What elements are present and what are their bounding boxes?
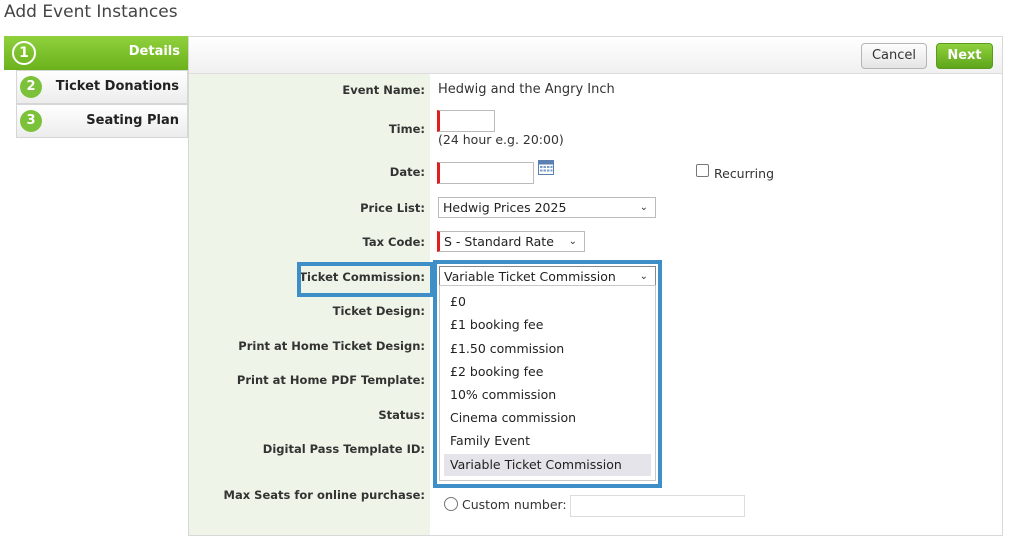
time-hint: (24 hour e.g. 20:00): [438, 132, 564, 147]
next-button[interactable]: Next: [936, 43, 993, 69]
step-ticket-donations[interactable]: 2 Ticket Donations: [16, 70, 188, 104]
ticket-commission-dropdown: £0 £1 booking fee £1.50 commission £2 bo…: [439, 285, 656, 481]
custom-number-radio[interactable]: [444, 497, 458, 511]
commission-option[interactable]: Family Event: [444, 430, 651, 452]
status-label: Status:: [378, 408, 425, 422]
event-name-label: Event Name:: [342, 83, 425, 97]
date-input[interactable]: [437, 162, 534, 184]
chevron-down-icon: ⌄: [568, 236, 577, 247]
commission-option[interactable]: £1 booking fee: [444, 314, 651, 336]
print-home-design-label: Print at Home Ticket Design:: [238, 339, 425, 353]
date-label: Date:: [389, 165, 425, 179]
commission-option[interactable]: £2 booking fee: [444, 361, 651, 383]
recurring-checkbox[interactable]: [696, 164, 709, 177]
time-input[interactable]: [437, 110, 495, 132]
tax-code-select[interactable]: S - Standard Rate ⌄: [437, 231, 585, 252]
step-label-details: Details: [128, 44, 180, 59]
custom-number-label: Custom number:: [462, 497, 567, 512]
event-name-value: Hedwig and the Angry Inch: [438, 82, 615, 97]
commission-option[interactable]: £0: [444, 291, 651, 313]
chevron-down-icon: ⌄: [639, 202, 648, 213]
ticket-commission-select[interactable]: Variable Ticket Commission ⌄: [439, 266, 656, 287]
custom-number-input[interactable]: [570, 495, 745, 517]
price-list-label: Price List:: [360, 201, 425, 215]
commission-option[interactable]: 10% commission: [444, 384, 651, 406]
price-list-selected-value: Hedwig Prices 2025: [443, 200, 567, 215]
digital-pass-label: Digital Pass Template ID:: [262, 442, 425, 456]
step-seating-plan[interactable]: 3 Seating Plan: [16, 104, 188, 138]
ticket-commission-selected-value: Variable Ticket Commission: [444, 269, 616, 284]
cancel-button[interactable]: Cancel: [861, 43, 927, 69]
step-label-ticket-donations: Ticket Donations: [55, 79, 179, 94]
calendar-icon[interactable]: [538, 159, 554, 175]
time-label: Time:: [388, 122, 425, 136]
tax-code-selected-value: S - Standard Rate: [444, 234, 554, 249]
step-number-1: 1: [12, 41, 36, 65]
commission-option[interactable]: Cinema commission: [444, 407, 651, 429]
price-list-select[interactable]: Hedwig Prices 2025 ⌄: [438, 197, 656, 218]
page-title: Add Event Instances: [4, 2, 178, 22]
action-bar: Cancel Next: [189, 37, 1002, 74]
step-number-2: 2: [20, 76, 42, 98]
max-seats-label: Max Seats for online purchase:: [223, 488, 425, 502]
chevron-down-icon: ⌄: [639, 271, 648, 282]
commission-option-selected[interactable]: Variable Ticket Commission: [444, 454, 651, 476]
step-number-3: 3: [20, 110, 42, 132]
recurring-label: Recurring: [714, 166, 774, 181]
commission-option[interactable]: £1.50 commission: [444, 338, 651, 360]
ticket-commission-label-highlight: [297, 262, 434, 297]
tax-code-label: Tax Code:: [362, 235, 425, 249]
print-home-pdf-label: Print at Home PDF Template:: [236, 373, 425, 387]
ticket-design-label: Ticket Design:: [332, 304, 425, 318]
step-label-seating-plan: Seating Plan: [86, 113, 179, 128]
step-details[interactable]: 1 Details: [4, 36, 200, 70]
